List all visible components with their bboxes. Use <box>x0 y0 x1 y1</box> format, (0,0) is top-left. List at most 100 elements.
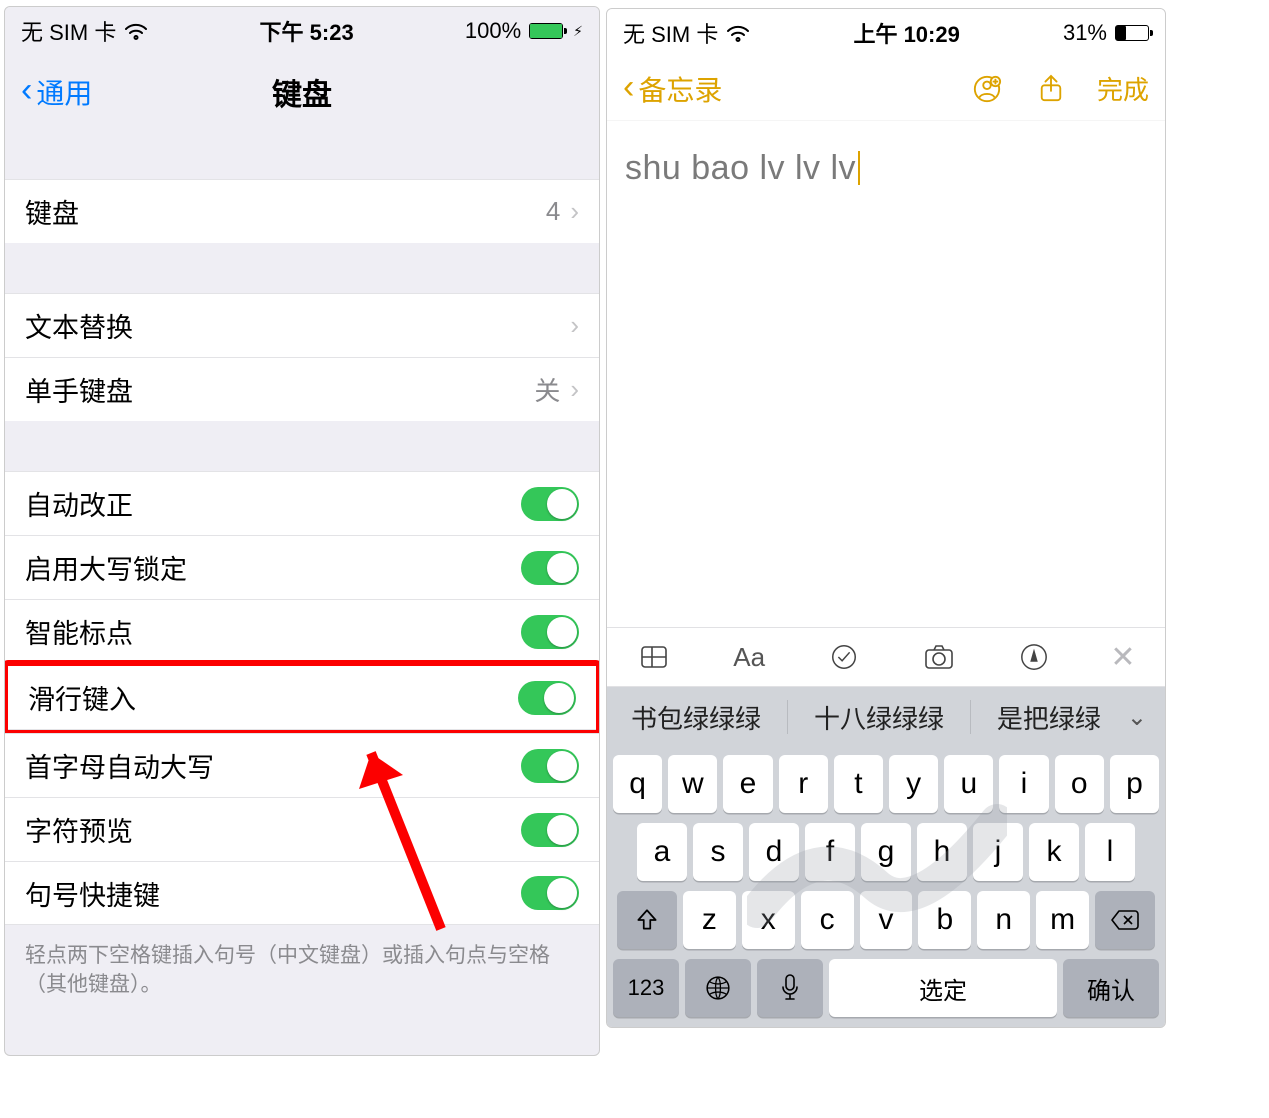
key-b[interactable]: b <box>918 891 971 949</box>
key-i[interactable]: i <box>999 755 1048 813</box>
toggle-auto-correct[interactable] <box>521 487 579 521</box>
cell-auto-correct: 自动改正 <box>5 471 599 535</box>
notes-phone: 无 SIM 卡 上午 10:29 31% ‹ 备忘录 完成 shu bao lv… <box>606 8 1166 1028</box>
key-q[interactable]: q <box>613 755 662 813</box>
status-bar: 无 SIM 卡 下午 5:23 100% ⚡︎ <box>5 7 599 55</box>
cell-label: 启用大写锁定 <box>25 548 187 587</box>
key-u[interactable]: u <box>944 755 993 813</box>
markup-icon[interactable] <box>1016 639 1052 675</box>
key-y[interactable]: y <box>889 755 938 813</box>
cell-auto-cap: 首字母自动大写 <box>5 733 599 797</box>
key-w[interactable]: w <box>668 755 717 813</box>
add-person-icon[interactable] <box>969 71 1005 107</box>
toggle-caps-lock[interactable] <box>521 551 579 585</box>
key-o[interactable]: o <box>1055 755 1104 813</box>
key-numbers[interactable]: 123 <box>613 959 679 1017</box>
key-a[interactable]: a <box>637 823 687 881</box>
key-row-1: q w e r t y u i o p <box>613 755 1159 813</box>
key-e[interactable]: e <box>723 755 772 813</box>
clock-text: 上午 10:29 <box>853 17 959 49</box>
key-m[interactable]: m <box>1036 891 1089 949</box>
key-globe[interactable] <box>685 959 751 1017</box>
key-t[interactable]: t <box>834 755 883 813</box>
key-h[interactable]: h <box>917 823 967 881</box>
expand-candidates-icon[interactable]: ⌄ <box>1127 703 1147 732</box>
key-z[interactable]: z <box>683 891 736 949</box>
toggle-auto-cap[interactable] <box>521 749 579 783</box>
cell-char-preview: 字符预览 <box>5 797 599 861</box>
key-row-4: 123 选定 确认 <box>613 959 1159 1017</box>
key-r[interactable]: r <box>779 755 828 813</box>
cell-one-handed[interactable]: 单手键盘 关 › <box>5 357 599 421</box>
key-c[interactable]: c <box>801 891 854 949</box>
cell-label: 键盘 <box>25 192 79 231</box>
cell-label: 首字母自动大写 <box>25 746 214 785</box>
back-button[interactable]: ‹ 备忘录 <box>623 69 722 109</box>
key-shift[interactable] <box>617 891 677 949</box>
candidate[interactable]: 十八绿绿绿 <box>798 699 960 736</box>
key-d[interactable]: d <box>749 823 799 881</box>
close-toolbar-icon[interactable]: ✕ <box>1110 640 1135 675</box>
cell-keyboards[interactable]: 键盘 4 › <box>5 179 599 243</box>
chevron-left-icon: ‹ <box>623 70 634 104</box>
key-dictation[interactable] <box>757 959 823 1017</box>
wifi-icon <box>124 22 148 40</box>
key-row-2: a s d f g h j k l <box>613 823 1159 881</box>
battery-text: 31% <box>1063 20 1107 46</box>
key-confirm[interactable]: 确认 <box>1063 959 1159 1017</box>
done-button[interactable]: 完成 <box>1097 70 1149 107</box>
toggle-slide-type[interactable] <box>518 681 576 715</box>
cell-caps-lock: 启用大写锁定 <box>5 535 599 599</box>
keyboard: q w e r t y u i o p a s d f g h j k l z <box>607 747 1165 1027</box>
cell-slide-type: 滑行键入 <box>8 666 596 730</box>
key-j[interactable]: j <box>973 823 1023 881</box>
camera-icon[interactable] <box>921 639 957 675</box>
battery-icon <box>529 23 563 39</box>
candidate[interactable]: 书包绿绿绿 <box>615 699 777 736</box>
cell-label: 文本替换 <box>25 306 133 345</box>
globe-icon <box>705 975 731 1001</box>
key-backspace[interactable] <box>1095 891 1155 949</box>
toggle-char-preview[interactable] <box>521 813 579 847</box>
battery-text: 100% <box>465 18 521 44</box>
key-g[interactable]: g <box>861 823 911 881</box>
checklist-icon[interactable] <box>826 639 862 675</box>
toggle-section: 自动改正 启用大写锁定 智能标点 滑行键入 首字母自动大写 字符预览 句号快捷 <box>5 471 599 925</box>
candidate-bar: 书包绿绿绿 十八绿绿绿 是把绿绿 ⌄ <box>607 687 1165 747</box>
key-select[interactable]: 选定 <box>829 959 1057 1017</box>
table-icon[interactable] <box>636 639 672 675</box>
key-v[interactable]: v <box>860 891 913 949</box>
key-s[interactable]: s <box>693 823 743 881</box>
cell-label: 智能标点 <box>25 612 133 651</box>
wifi-icon <box>726 24 750 42</box>
backspace-icon <box>1110 909 1140 931</box>
cell-label: 自动改正 <box>25 484 133 523</box>
chevron-right-icon: › <box>570 196 579 227</box>
clock-text: 下午 5:23 <box>260 15 354 47</box>
cell-value: 关 <box>534 371 560 408</box>
note-editor[interactable]: shu bao lv lv lv <box>607 121 1165 627</box>
status-bar: 无 SIM 卡 上午 10:29 31% <box>607 9 1165 57</box>
key-f[interactable]: f <box>805 823 855 881</box>
share-icon[interactable] <box>1033 71 1069 107</box>
footer-note: 轻点两下空格键插入句号（中文键盘）或插入句点与空格（其他键盘）。 <box>5 925 599 1016</box>
battery-icon <box>1115 25 1149 41</box>
toggle-period-shortcut[interactable] <box>521 876 579 910</box>
key-l[interactable]: l <box>1085 823 1135 881</box>
cell-text-replacement[interactable]: 文本替换 › <box>5 293 599 357</box>
toggle-smart-punct[interactable] <box>521 615 579 649</box>
key-x[interactable]: x <box>742 891 795 949</box>
note-text: shu bao lv lv lv <box>625 149 856 187</box>
format-icon[interactable]: Aa <box>731 639 767 675</box>
carrier-text: 无 SIM 卡 <box>21 15 116 47</box>
nav-bar: ‹ 备忘录 完成 <box>607 57 1165 121</box>
candidate[interactable]: 是把绿绿 <box>981 699 1117 736</box>
key-k[interactable]: k <box>1029 823 1079 881</box>
highlight-slide-type: 滑行键入 <box>4 660 600 736</box>
back-label: 备忘录 <box>638 69 722 109</box>
key-n[interactable]: n <box>977 891 1030 949</box>
text-cursor-icon <box>858 151 860 185</box>
cell-label: 单手键盘 <box>25 370 133 409</box>
mic-icon <box>779 974 801 1002</box>
key-p[interactable]: p <box>1110 755 1159 813</box>
